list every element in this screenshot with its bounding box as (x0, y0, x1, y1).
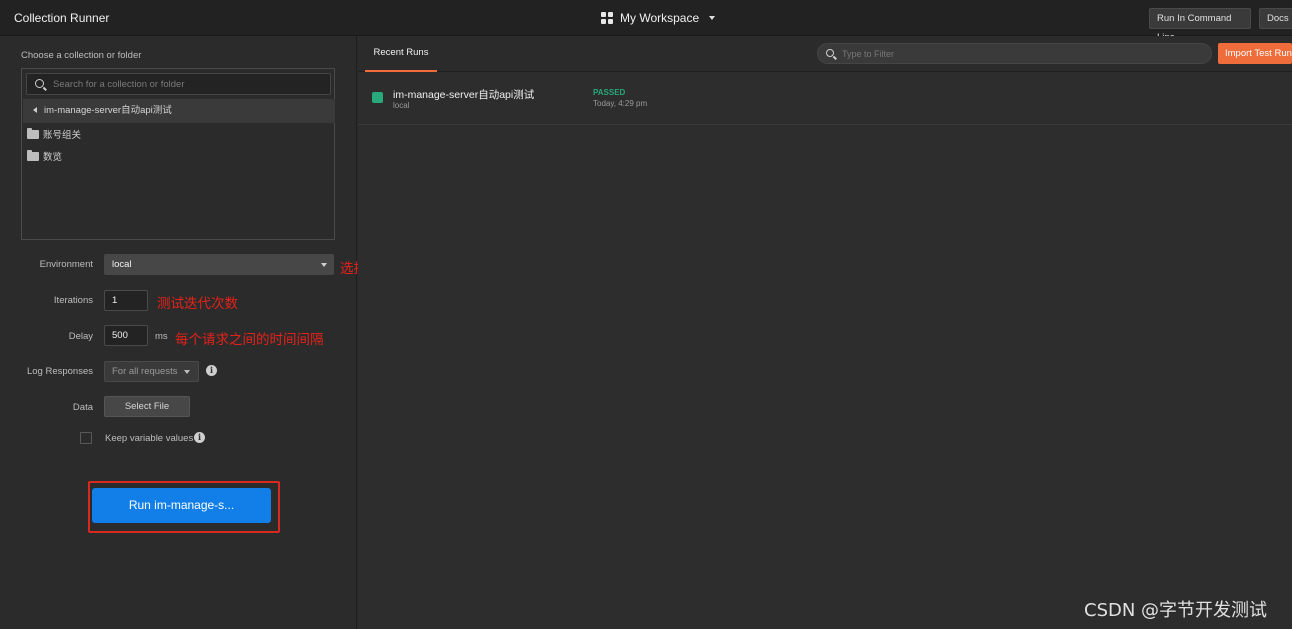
collection-search-input[interactable] (53, 76, 323, 93)
passed-status-icon (372, 92, 383, 103)
search-icon (826, 49, 834, 57)
folder-item[interactable]: 账号组关 (27, 126, 81, 142)
annotation-delay: 每个请求之间的时间间隔 (175, 332, 324, 348)
keep-variable-values-label: Keep variable values (105, 433, 194, 444)
log-responses-select[interactable]: For all requests (104, 361, 199, 382)
iterations-input[interactable]: 1 (104, 290, 148, 311)
keep-variable-values-checkbox[interactable] (80, 432, 92, 444)
docs-button[interactable]: Docs (1259, 8, 1292, 29)
delay-label: Delay (68, 331, 93, 342)
data-label: Data (72, 402, 93, 413)
chevron-down-icon (709, 16, 716, 20)
tab-recent-runs[interactable]: Recent Runs (365, 36, 437, 72)
delay-input[interactable]: 500 (104, 325, 148, 346)
workspace-name: My Workspace (620, 11, 700, 25)
log-responses-label: Log Responses (26, 366, 93, 377)
filter-field[interactable] (817, 43, 1212, 64)
iterations-label: Iterations (53, 295, 93, 306)
folder-icon (27, 150, 39, 161)
collection-picker: im-manage-server自动api测试 账号组关 数览 (21, 68, 335, 240)
folder-label: 账号组关 (43, 130, 82, 141)
collection-search[interactable] (26, 73, 331, 95)
info-icon[interactable]: i (194, 432, 205, 443)
watermark: CSDN @字节开发测试 (1084, 600, 1268, 621)
folder-icon (27, 128, 39, 139)
recent-runs-panel: Recent Runs Import Test Run im-manage-se… (358, 36, 1292, 629)
run-environment: local (393, 101, 410, 110)
chevron-down-icon (321, 263, 327, 267)
delay-unit: ms (155, 331, 168, 342)
chevron-down-icon (184, 370, 190, 374)
workspace-switcher[interactable]: My Workspace (601, 11, 716, 25)
search-icon (35, 79, 44, 88)
import-test-run-button[interactable]: Import Test Run (1218, 43, 1292, 64)
run-collection-button[interactable]: Run im-manage-s... (92, 488, 271, 523)
run-in-command-line-button[interactable]: Run In Command Line (1149, 8, 1251, 43)
grid-icon (601, 12, 613, 24)
choose-collection-label: Choose a collection or folder (21, 50, 142, 61)
select-file-button[interactable]: Select File (104, 396, 190, 417)
environment-label: Environment (39, 259, 93, 270)
app-title: Collection Runner (14, 11, 110, 25)
breadcrumb-label: im-manage-server自动api测试 (44, 105, 172, 116)
info-icon[interactable]: i (206, 365, 217, 376)
annotation-iterations: 测试迭代次数 (157, 296, 238, 312)
run-name: im-manage-server自动api测试 (393, 89, 535, 101)
folder-label: 数览 (43, 152, 63, 163)
back-arrow-icon (33, 107, 37, 114)
folder-item[interactable]: 数览 (27, 148, 62, 164)
filter-input[interactable] (842, 46, 1202, 62)
runs-tab-bar: Recent Runs Import Test Run (358, 36, 1292, 72)
run-status: PASSED (593, 88, 626, 97)
environment-value: local (112, 259, 132, 270)
collection-breadcrumb[interactable]: im-manage-server自动api测试 (23, 99, 335, 123)
run-time: Today, 4:29 pm (593, 99, 648, 108)
top-bar: Collection Runner My Workspace Run In Co… (0, 0, 1292, 43)
environment-select[interactable]: local (104, 254, 334, 275)
log-responses-value: For all requests (112, 366, 178, 377)
run-list-item[interactable]: im-manage-server自动api测试 local PASSED Tod… (358, 72, 1292, 125)
